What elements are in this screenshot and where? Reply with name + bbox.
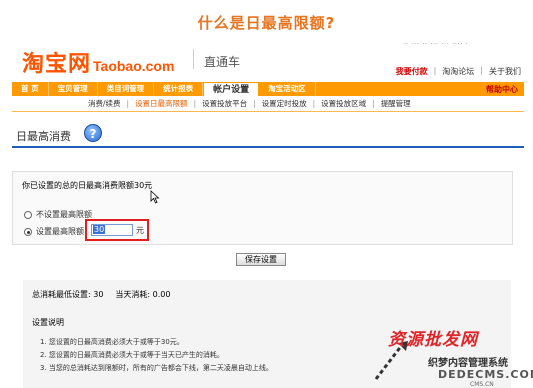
subnav-platform[interactable]: 设置投放平台	[196, 98, 253, 109]
main-nav: 首 页 宝贝管理 类目词管理 统计报表 帐户设置 淘宝活动区 帮助中心	[12, 82, 524, 96]
subnav-daily-limit[interactable]: 设置日最高限额	[129, 98, 194, 109]
option-no-limit[interactable]: 不设置最高限额	[24, 209, 92, 220]
nav-category-keywords[interactable]: 类目词管理	[98, 82, 155, 96]
subnav-region[interactable]: 设置投放区域	[315, 98, 372, 109]
save-settings-button[interactable]: 保存设置	[236, 253, 286, 266]
product-name: 直通车	[204, 55, 241, 69]
min-setting-text: 总消耗最低设置: 30	[32, 290, 104, 299]
sub-nav: 消费/续费 | 设置日最高限额 | 设置投放平台 | 设置定时投放 | 设置投放…	[12, 96, 524, 112]
subnav-recharge[interactable]: 消费/续费	[82, 98, 127, 109]
watermark-text: DEDECMS.COM	[438, 368, 533, 381]
watermark-text: 织梦内容管理系统	[428, 358, 508, 369]
notes-title: 设置说明	[32, 318, 64, 327]
current-limit-text: 你已设置的总的日最高消费限额30元	[22, 181, 153, 190]
brand-divider	[193, 49, 194, 69]
subnav-reminders[interactable]: 提醒管理	[375, 98, 417, 109]
help-center-link[interactable]: 帮助中心	[486, 84, 524, 95]
watermark-text: 资源批发网	[388, 330, 478, 350]
logo-text-cn: 淘宝网	[22, 52, 92, 77]
watermark-text: CMS.CN	[470, 381, 494, 388]
subnav-schedule[interactable]: 设置定时投放	[256, 98, 313, 109]
logo-text-en: Taobao.com	[93, 58, 175, 74]
radio-set-limit[interactable]	[24, 227, 32, 236]
amount-unit: 元	[136, 226, 144, 235]
nav-home[interactable]: 首 页	[12, 82, 49, 96]
page-headline: 什么是日最高限额?	[197, 14, 336, 32]
radio-no-limit[interactable]	[24, 210, 32, 219]
mouse-cursor-icon	[150, 190, 160, 204]
note-item: 1. 您设置的日最高消费必须大于或等于30元。	[40, 338, 184, 346]
spend-stats: 总消耗最低设置: 30 当天消耗: 0.00	[32, 289, 170, 300]
today-spend-text: 当天消耗: 0.00	[115, 290, 171, 299]
option-set-limit-label: 设置最高限额	[36, 227, 84, 236]
help-question-icon[interactable]: ?	[84, 124, 102, 142]
top-links: 我要付款 | 淘淘论坛 | 关于我们	[395, 66, 521, 77]
forum-link[interactable]: 淘淘论坛	[442, 66, 474, 77]
note-item: 2. 您设置的日最高消费必须大于或等于当天已产生的消耗。	[40, 351, 224, 359]
nav-items[interactable]: 宝贝管理	[49, 82, 98, 96]
nav-activity-zone[interactable]: 淘宝活动区	[259, 82, 316, 96]
taobao-logo[interactable]: 淘宝网 Taobao.com	[22, 46, 175, 77]
section-title: 日最高消费	[16, 130, 71, 143]
note-item: 3. 当您的总消耗达到限额时，所有的广告都会下线，第二天凌晨自动上线。	[40, 364, 273, 372]
recharge-link[interactable]: 我要付款	[396, 66, 428, 77]
nav-account-settings[interactable]: 帐户设置	[203, 82, 260, 96]
option-no-limit-label: 不设置最高限额	[36, 210, 92, 219]
option-set-limit[interactable]: 设置最高限额	[24, 226, 84, 237]
about-link[interactable]: 关于我们	[489, 66, 521, 77]
nav-reports[interactable]: 统计报表	[154, 82, 204, 96]
section-divider	[12, 146, 524, 148]
top-right-partial-text: ·· ··· ·· ··· ··· ···· ·	[403, 40, 469, 48]
